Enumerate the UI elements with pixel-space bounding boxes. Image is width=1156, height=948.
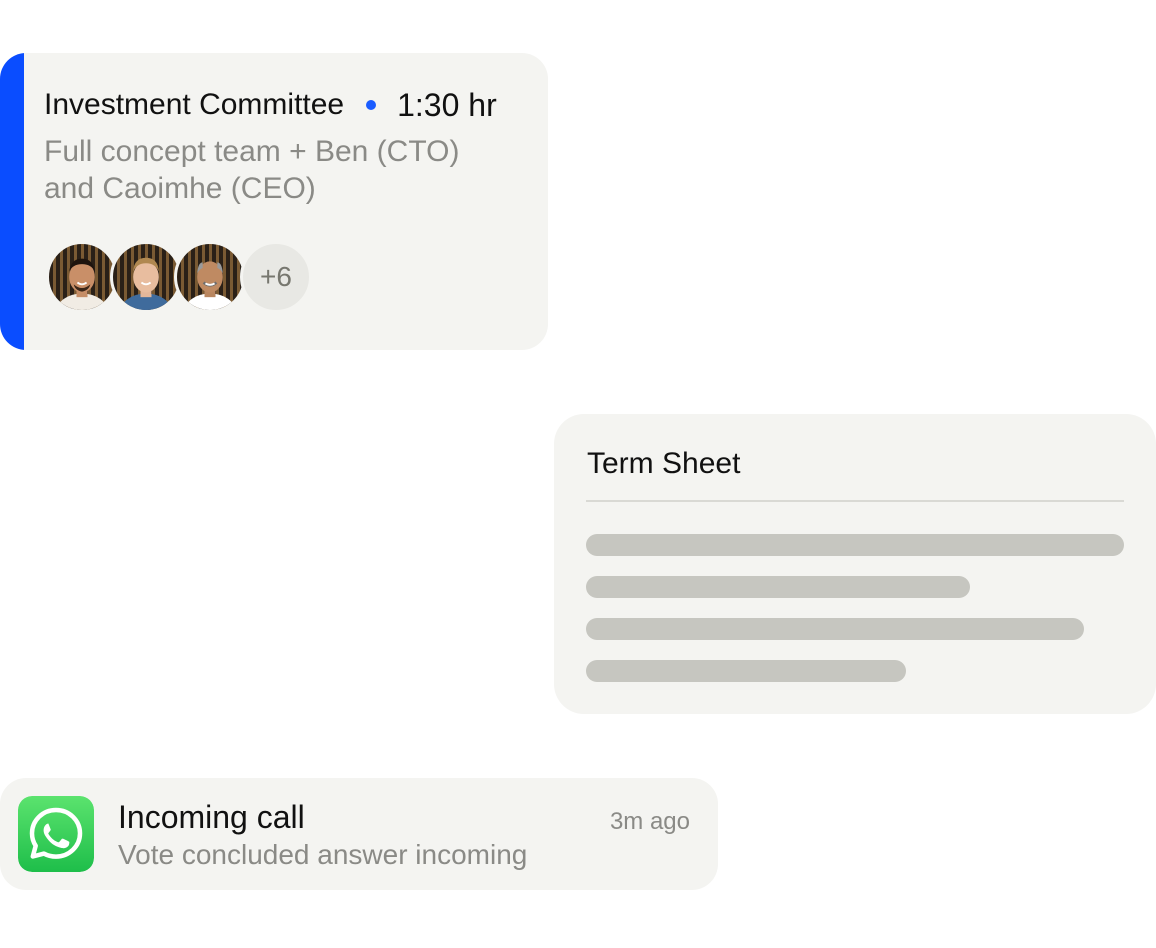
attendee-avatar-2[interactable] [110,241,182,313]
notification-timestamp: 3m ago [609,808,690,835]
more-attendees-badge[interactable]: +6 [240,241,312,313]
attendee-avatar-1[interactable] [46,241,118,313]
term-sheet-card[interactable]: Term Sheet [554,414,1156,714]
term-sheet-divider [586,500,1124,502]
skeleton-line-1 [586,534,1124,556]
meeting-header: Investment Committee 1:30 hr [44,87,497,123]
meeting-accent-bar [0,53,24,350]
meeting-title: Investment Committee [44,88,345,121]
separator-dot-icon [366,100,377,110]
meeting-duration: 1:30 hr [397,87,497,123]
notification-body: Vote concluded answer incoming [118,839,528,870]
incoming-call-notification[interactable]: Incoming call Vote concluded answer inco… [0,778,718,890]
attendee-avatars[interactable]: +6 [46,241,326,315]
attendee-avatar-3[interactable] [174,241,246,313]
skeleton-line-2 [586,576,970,598]
term-sheet-title: Term Sheet [587,447,741,480]
notification-title: Incoming call [118,799,305,835]
skeleton-line-4 [586,660,906,682]
whatsapp-icon [18,796,94,872]
meeting-description: Full concept team + Ben (CTO) and Caoimh… [44,135,460,205]
meeting-card[interactable]: Investment Committee 1:30 hr Full concep… [0,53,548,350]
skeleton-line-3 [586,618,1084,640]
